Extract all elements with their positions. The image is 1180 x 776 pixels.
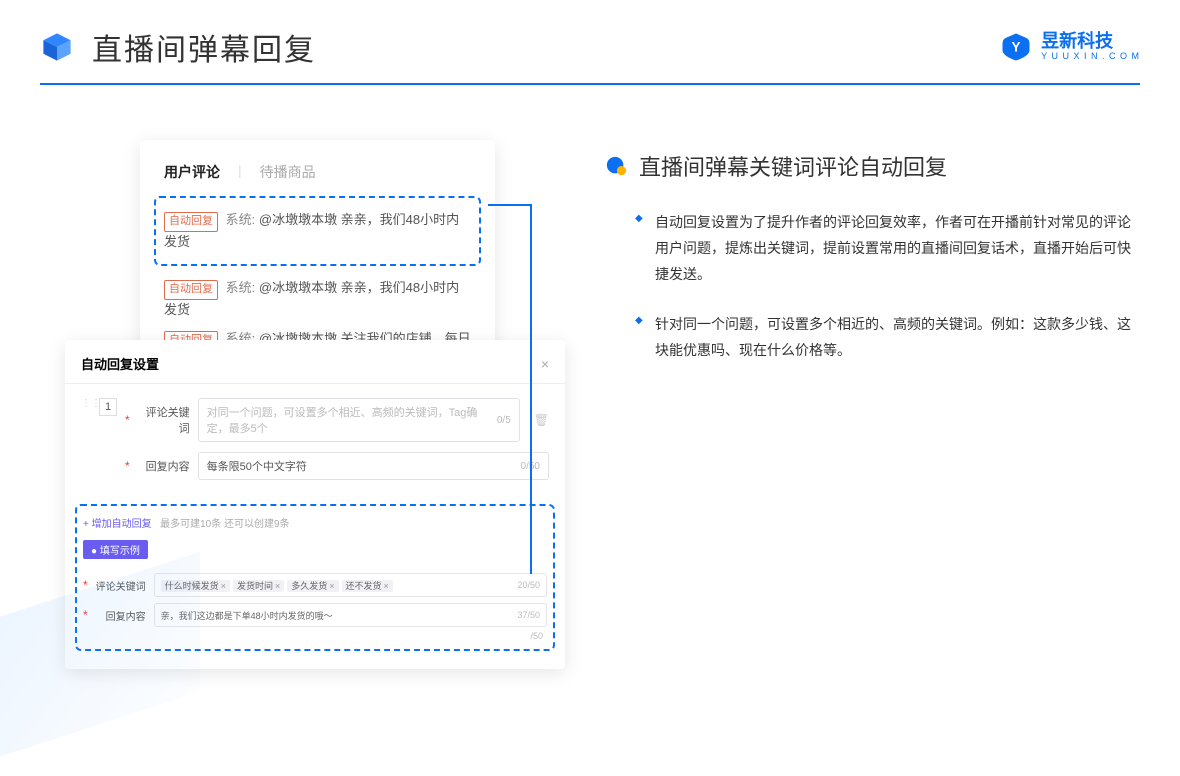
settings-card: 自动回复设置 × ⋮⋮ 1 * 评论关键词 对同一个问题，可设置多个相近、高频的… (65, 340, 565, 669)
bullet-item: 针对同一个问题，可设置多个相近的、高频的关键词。例如：这款多少钱、这块能优惠吗、… (635, 312, 1140, 364)
brand-name-en: Y U U X I N . C O M (1041, 52, 1140, 62)
bullet-list: 自动回复设置为了提升作者的评论回复效率，作者可在开播前针对常见的评论用户问题，提… (605, 210, 1140, 363)
auto-reply-badge: 自动回复 (164, 280, 218, 300)
example-highlight: + 增加自动回复 最多可建10条 还可以创建9条 ● 填写示例 * 评论关键词 … (75, 504, 555, 651)
section-title: 直播间弹幕关键词评论自动回复 (639, 150, 947, 182)
page-title: 直播间弹幕回复 (92, 25, 316, 69)
required-dot: * (83, 578, 88, 592)
tab-user-comments[interactable]: 用户评论 (164, 162, 220, 182)
content-label: 回复内容 (138, 458, 190, 474)
screenshot-column: 用户评论 | 待播商品 自动回复 系统: @冰墩墩本墩 亲亲，我们48小时内发货… (100, 140, 530, 387)
tab-pending-products[interactable]: 待播商品 (260, 162, 316, 182)
close-icon[interactable]: × (541, 356, 549, 372)
keyword-input[interactable]: 对同一个问题，可设置多个相近、高频的关键词，Tag确定，最多5个 0/5 (198, 398, 520, 442)
example-keyword-input[interactable]: 什么时候发货发货时间多久发货还不发货 20/50 (154, 573, 547, 597)
keyword-tag[interactable]: 多久发货 (287, 580, 338, 592)
cube-icon (40, 30, 74, 64)
example-content-label: 回复内容 (96, 608, 146, 623)
bullet-icon (605, 155, 627, 177)
required-dot: * (125, 459, 130, 473)
content-input[interactable]: 每条限50个中文字符 0/50 (198, 452, 549, 480)
description-column: 直播间弹幕关键词评论自动回复 自动回复设置为了提升作者的评论回复效率，作者可在开… (605, 140, 1140, 387)
keyword-label: 评论关键词 (138, 404, 190, 436)
bullet-item: 自动回复设置为了提升作者的评论回复效率，作者可在开播前针对常见的评论用户问题，提… (635, 210, 1140, 288)
highlighted-comment: 自动回复 系统: @冰墩墩本墩 亲亲，我们48小时内发货 (154, 196, 481, 266)
add-rule-link[interactable]: + 增加自动回复 (83, 515, 152, 530)
priority-badge: 1 (99, 398, 117, 416)
stray-counter: /50 (83, 631, 547, 641)
connector-line (530, 204, 532, 574)
header-left: 直播间弹幕回复 (40, 25, 316, 69)
brand-icon: Y (1001, 32, 1031, 62)
system-prefix: 系统: (226, 212, 256, 227)
keyword-tag[interactable]: 什么时候发货 (161, 580, 230, 592)
brand-name-cn: 昱新科技 (1041, 32, 1140, 52)
tag-list: 什么时候发货发货时间多久发货还不发货 (161, 579, 396, 592)
system-prefix: 系统: (226, 280, 256, 295)
example-badge: ● 填写示例 (83, 540, 148, 559)
keyword-tag[interactable]: 发货时间 (233, 580, 284, 592)
example-content-input[interactable]: 亲，我们这边都是下单48小时内发货的哦～ 37/50 (154, 603, 547, 627)
required-dot: * (125, 413, 130, 427)
settings-title: 自动回复设置 (81, 354, 159, 373)
connector-line (488, 204, 532, 206)
drag-handle-icon[interactable]: ⋮⋮ (81, 398, 91, 490)
trash-icon[interactable]: 🗑 (534, 413, 549, 427)
brand-logo: Y 昱新科技 Y U U X I N . C O M (1001, 32, 1140, 62)
keyword-tag[interactable]: 还不发货 (342, 580, 393, 592)
page-header: 直播间弹幕回复 Y 昱新科技 Y U U X I N . C O M (0, 0, 1180, 69)
add-rule-hint: 最多可建10条 还可以创建9条 (160, 519, 289, 530)
header-divider (40, 83, 1140, 85)
auto-reply-badge: 自动回复 (164, 212, 218, 232)
required-dot: * (83, 608, 88, 622)
svg-text:Y: Y (1012, 40, 1021, 55)
example-keyword-label: 评论关键词 (96, 578, 146, 593)
